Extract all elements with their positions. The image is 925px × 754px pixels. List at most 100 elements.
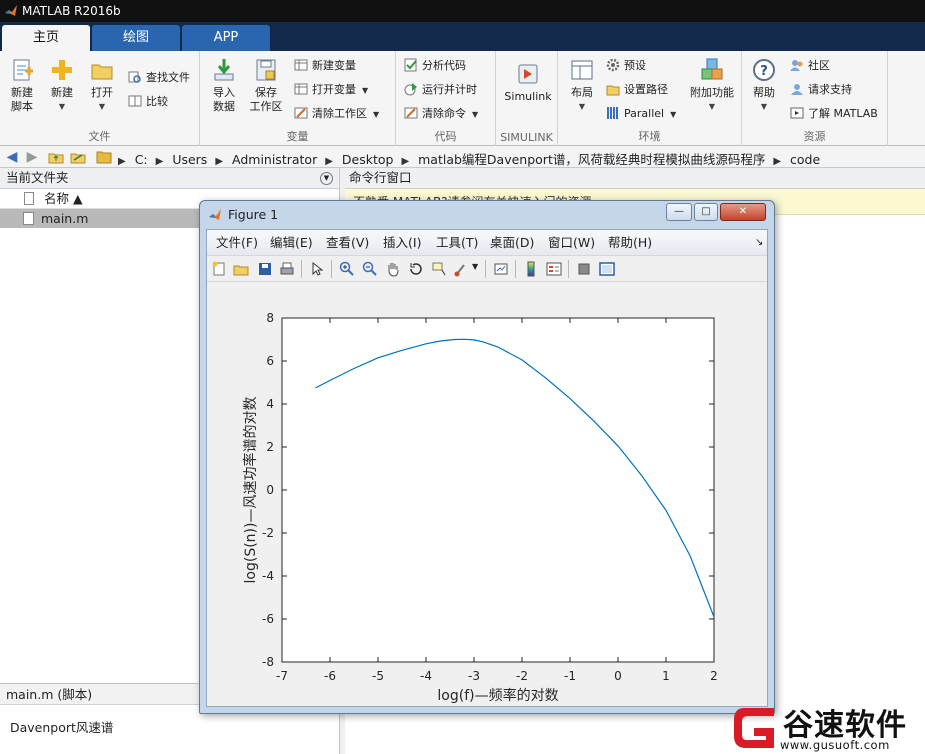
breadcrumb-separator-icon: ▶ — [773, 156, 782, 167]
layout-button[interactable]: 布局 ▼ — [560, 55, 604, 114]
file-name: main.m — [41, 211, 89, 226]
brush-icon[interactable] — [454, 261, 470, 277]
breadcrumb-item[interactable]: C: — [135, 152, 148, 167]
layout-label: 布局 — [571, 86, 593, 99]
menu-edit[interactable]: 编辑(E) — [270, 230, 313, 256]
colorbar-icon[interactable] — [523, 261, 539, 277]
save-workspace-label: 保存 工作区 — [249, 86, 283, 113]
clear-workspace-button[interactable]: 清除工作区 ▼ — [294, 105, 379, 123]
addons-button[interactable]: 附加功能 ▼ — [686, 55, 738, 114]
clear-workspace-dropdown-icon[interactable]: ▼ — [373, 110, 379, 119]
y-tick-label: -6 — [262, 612, 274, 626]
toolbar-separator — [301, 260, 302, 278]
breadcrumb-item[interactable]: Users — [172, 152, 207, 167]
panel-menu-icon[interactable]: ▼ — [320, 172, 333, 185]
addons-icon — [701, 58, 723, 80]
run-and-time-button[interactable]: 运行并计时 — [404, 81, 477, 99]
figure-menubar: 文件(F) 编辑(E) 查看(V) 插入(I) 工具(T) 桌面(D) 窗口(W… — [207, 230, 767, 256]
clear-commands-button[interactable]: 清除命令 ▼ — [404, 105, 478, 123]
figure-toolbar: ▼ — [207, 256, 767, 282]
new-button[interactable]: 新建 ▼ — [40, 55, 84, 114]
zoom-out-icon[interactable] — [362, 261, 378, 277]
hide-plot-tools-icon[interactable] — [576, 261, 592, 277]
open-label: 打开 — [91, 86, 113, 99]
rotate-3d-icon[interactable] — [408, 261, 424, 277]
set-path-button[interactable]: 设置路径 — [606, 81, 668, 99]
menu-view[interactable]: 查看(V) — [326, 230, 369, 256]
community-button[interactable]: 社区 — [790, 57, 830, 75]
minimize-button[interactable]: — — [666, 203, 692, 221]
open-button[interactable]: 打开 ▼ — [80, 55, 124, 114]
figure-title: Figure 1 — [228, 207, 279, 222]
compare-button[interactable]: 比较 — [128, 93, 168, 111]
show-plot-tools-icon[interactable] — [599, 261, 615, 277]
learn-matlab-button[interactable]: 了解 MATLAB — [790, 105, 878, 123]
clear-commands-dropdown-icon[interactable]: ▼ — [472, 110, 478, 119]
y-tick-label: 0 — [266, 483, 274, 497]
brush-dropdown-icon[interactable]: ▼ — [472, 262, 478, 271]
y-tick-label: 8 — [266, 311, 274, 325]
tab-home[interactable]: 主页 — [2, 25, 90, 51]
select-arrow-icon[interactable] — [309, 261, 325, 277]
menu-file[interactable]: 文件(F) — [216, 230, 258, 256]
open-dropdown-icon: ▼ — [98, 102, 106, 111]
back-arrow-icon[interactable]: ◀ — [4, 149, 20, 165]
legend-icon[interactable] — [546, 261, 562, 277]
community-icon — [790, 60, 803, 71]
link-plot-icon[interactable] — [493, 261, 509, 277]
open-variable-label: 打开变量 — [312, 83, 356, 96]
parallel-button[interactable]: Parallel ▼ — [606, 105, 676, 123]
breadcrumb-item[interactable]: matlab编程Davenport谱，风荷载经典时程模拟曲线源码程序 — [418, 152, 765, 167]
open-variable-button[interactable]: 打开变量 ▼ — [294, 81, 368, 99]
plot-canvas[interactable]: -7 -6 -5 -4 -3 -2 -1 0 1 2 -8 -6 -4 -2 0 2 4 6 8 log(f)—频… — [207, 282, 767, 706]
up-folder-icon[interactable] — [48, 149, 64, 165]
new-figure-icon[interactable] — [211, 261, 227, 277]
open-file-icon[interactable] — [233, 261, 249, 277]
current-folder-title: 当前文件夹 — [6, 170, 69, 185]
figure-title-bar[interactable]: Figure 1 — □ ✕ — [200, 201, 774, 227]
menu-help[interactable]: 帮助(H) — [608, 230, 652, 256]
toolbar-separator — [568, 260, 569, 278]
addons-dropdown-icon: ▼ — [708, 102, 716, 111]
simulink-button[interactable]: Simulink — [500, 59, 556, 104]
help-button[interactable]: ? 帮助 ▼ — [742, 55, 786, 114]
zoom-in-icon[interactable] — [339, 261, 355, 277]
close-button[interactable]: ✕ — [720, 203, 766, 221]
new-variable-label: 新建变量 — [312, 59, 356, 72]
analyze-code-button[interactable]: 分析代码 — [404, 57, 466, 75]
menu-insert[interactable]: 插入(I) — [383, 230, 421, 256]
request-support-button[interactable]: 请求支持 — [790, 81, 852, 99]
x-tick-label: -1 — [564, 669, 576, 683]
ribbon-tabs: 主页 绘图 APP — [0, 22, 925, 51]
parallel-dropdown-icon[interactable]: ▼ — [670, 110, 676, 119]
forward-arrow-icon[interactable]: ▶ — [24, 149, 40, 165]
menu-tools[interactable]: 工具(T) — [436, 230, 478, 256]
open-variable-dropdown-icon[interactable]: ▼ — [362, 86, 368, 95]
find-files-button[interactable]: 查找文件 — [128, 69, 190, 87]
variable-section-caption: 变量 — [286, 130, 309, 143]
save-workspace-button[interactable]: 保存 工作区 — [244, 55, 288, 114]
menu-window[interactable]: 窗口(W) — [548, 230, 595, 256]
file-section-caption: 文件 — [88, 130, 111, 143]
breadcrumb-item[interactable]: Administrator — [232, 152, 317, 167]
maximize-button[interactable]: □ — [694, 203, 718, 221]
menu-desktop[interactable]: 桌面(D) — [490, 230, 534, 256]
new-script-button[interactable]: 新建 脚本 — [0, 55, 44, 114]
data-cursor-icon[interactable] — [431, 261, 447, 277]
tab-apps[interactable]: APP — [182, 25, 270, 51]
watermark-logo-icon — [734, 708, 774, 748]
breadcrumb-item[interactable]: code — [790, 152, 820, 167]
new-variable-button[interactable]: 新建变量 — [294, 57, 356, 75]
import-data-button[interactable]: 导入 数据 — [202, 55, 246, 114]
browse-folder-icon[interactable] — [70, 149, 86, 165]
dock-arrow-icon[interactable]: ↘ — [755, 230, 763, 256]
request-support-label: 请求支持 — [808, 83, 852, 96]
save-icon[interactable] — [257, 261, 273, 277]
preferences-button[interactable]: 预设 — [606, 57, 646, 75]
tab-plots[interactable]: 绘图 — [92, 25, 180, 51]
pan-hand-icon[interactable] — [385, 261, 401, 277]
breadcrumb-item[interactable]: Desktop — [342, 152, 394, 167]
community-label: 社区 — [808, 59, 830, 72]
resources-section-caption: 资源 — [803, 130, 826, 143]
print-icon[interactable] — [279, 261, 295, 277]
